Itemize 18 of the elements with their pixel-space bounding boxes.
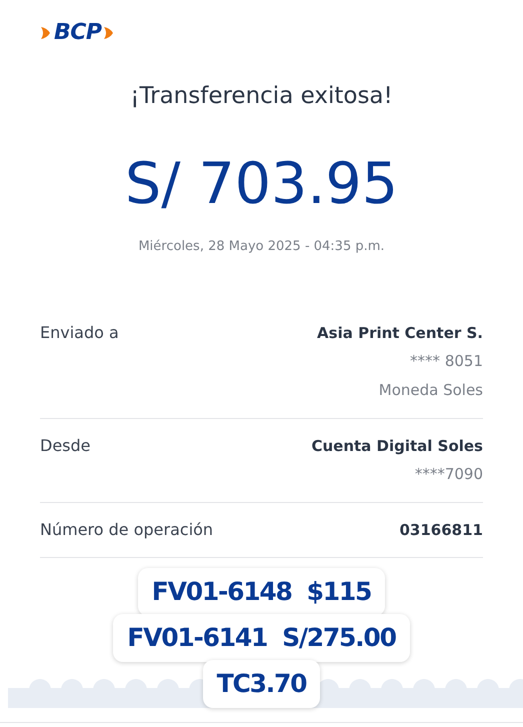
detail-value: 03166811 [400,520,483,541]
detail-value: Cuenta Digital Soles [311,436,483,457]
note-label: FV01-6148 $115 [138,568,386,616]
detail-label: Número de operación [40,519,214,541]
date-time: Miércoles, 28 Mayo 2025 - 04:35 p.m. [138,238,385,256]
detail-subtext: Moneda Soles [378,380,483,401]
chevron-icon [103,25,116,41]
success-title: ¡Transferencia exitosa! [130,82,393,111]
chevron-icon [40,25,52,41]
detail-value: Asia Print Center S. [317,323,483,344]
detail-subtext: **** 8051 [410,351,483,372]
detail-subtext: ****7090 [414,464,483,485]
bank-logo-text: BCP [54,22,102,44]
note-label: TC3.70 [202,660,320,708]
detail-label: Desde [40,435,90,457]
amount: S/ 703.95 [125,156,398,212]
note-label: FV01-6141 S/275.00 [113,614,410,662]
detail-label: Enviado a [40,322,119,344]
